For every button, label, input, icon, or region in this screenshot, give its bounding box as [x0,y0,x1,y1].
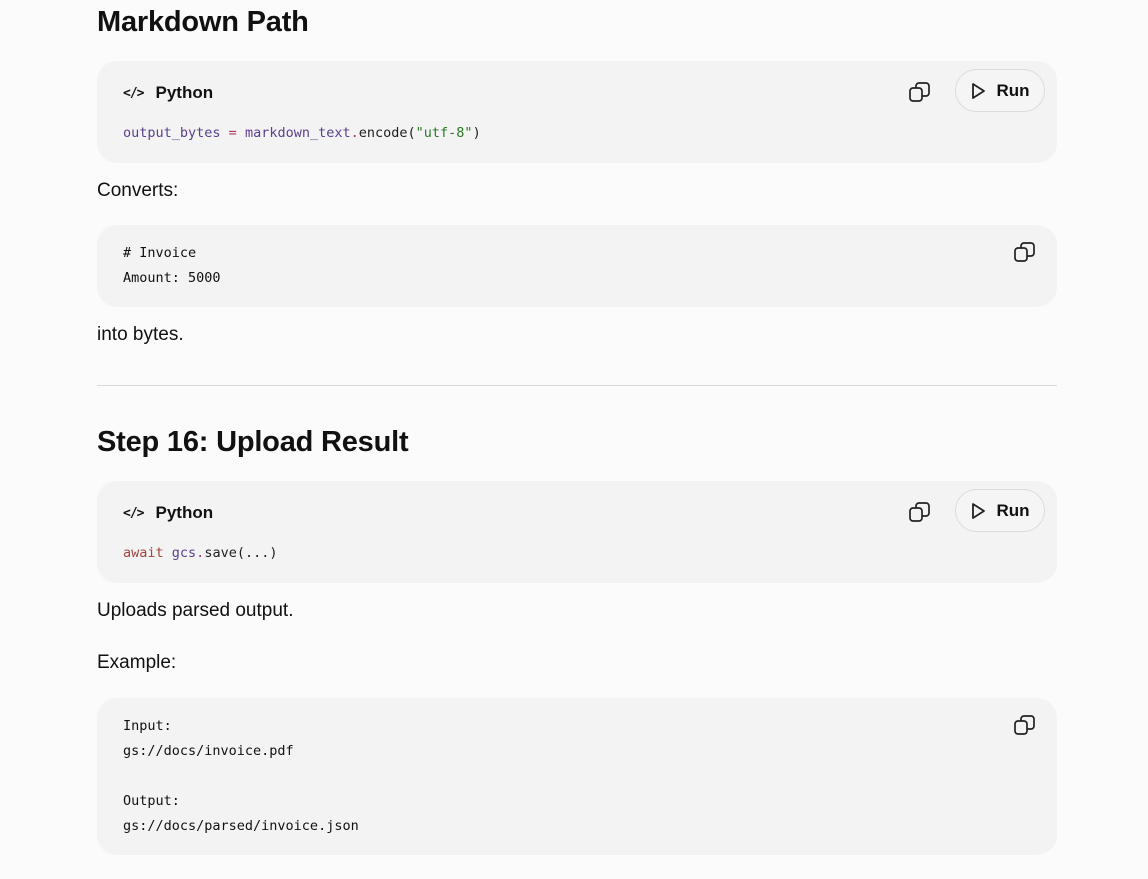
code-token: save(...) [204,545,278,561]
code-icon: </> [123,505,145,521]
copy-icon [1014,242,1035,262]
run-button[interactable]: Run [955,489,1045,532]
code-token: markdown_text [244,125,351,141]
paragraph: Converts: [97,180,179,201]
section-heading: Markdown Path [97,6,309,38]
code-token: ) [472,125,481,141]
copy-icon [909,502,930,522]
code-header: </> Python [123,83,213,103]
copy-icon [909,82,930,102]
run-label: Run [996,500,1030,520]
divider [97,385,1057,386]
code-header: </> Python [123,503,213,523]
code-content: output_bytes = markdown_text.encode("utf… [123,121,481,146]
code-line: gs://docs/invoice.pdf [123,743,294,759]
code-icon: </> [123,85,145,101]
run-button[interactable]: Run [955,69,1045,112]
code-token: gcs [171,545,197,561]
code-language: Python [155,503,214,522]
copy-icon [1014,715,1035,735]
code-token: await [123,545,164,561]
copy-button[interactable] [1012,713,1038,739]
code-token: output_bytes [123,125,221,141]
paragraph: Example: [97,652,177,673]
code-line: gs://docs/parsed/invoice.json [123,818,359,834]
code-content: # Invoice Amount: 5000 [123,241,221,291]
code-language: Python [155,83,214,102]
copy-button[interactable] [1012,240,1038,266]
code-token: "utf-8" [415,125,473,141]
code-block: </> Python Run await gcs.save(...) [97,481,1057,583]
code-block: Input: gs://docs/invoice.pdf Output: gs:… [97,698,1057,855]
play-icon [972,502,986,519]
code-line: Input: [123,718,172,734]
code-content: await gcs.save(...) [123,541,277,566]
code-line: Output: [123,793,180,809]
code-token: = [220,125,245,141]
code-line: Amount: 5000 [123,270,221,286]
section-heading: Step 16: Upload Result [97,426,409,458]
code-block: # Invoice Amount: 5000 [97,225,1057,307]
code-token: . [350,125,359,141]
play-icon [972,82,986,99]
code-content: Input: gs://docs/invoice.pdf Output: gs:… [123,714,359,839]
copy-button[interactable] [907,80,933,106]
paragraph: Uploads parsed output. [97,600,294,621]
paragraph: into bytes. [97,324,184,345]
code-block: </> Python Run output_bytes = markdown_t… [97,61,1057,163]
copy-button[interactable] [907,500,933,526]
code-token: encode( [358,125,416,141]
code-line: # Invoice [123,245,197,261]
run-label: Run [996,80,1030,100]
